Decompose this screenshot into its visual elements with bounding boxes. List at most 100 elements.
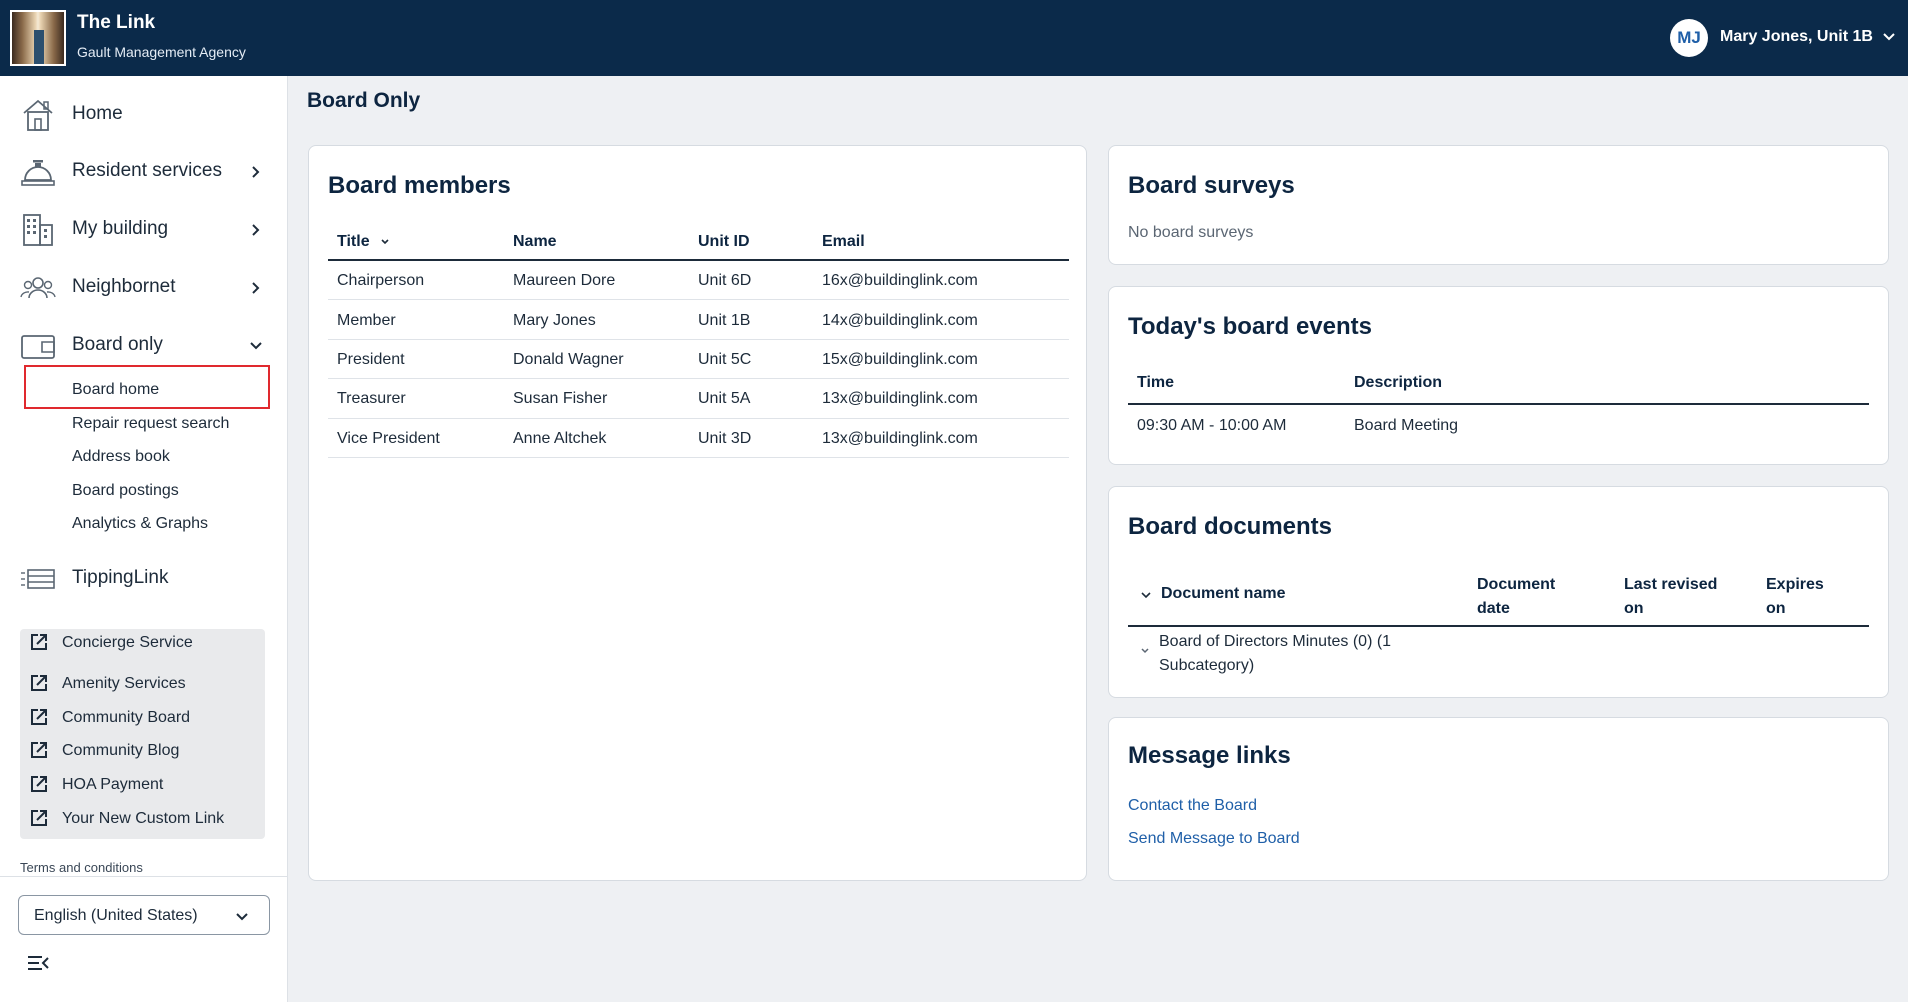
sidebar-divider <box>0 876 288 877</box>
card-title: Board documents <box>1128 513 1333 540</box>
chevron-down-icon[interactable] <box>1880 27 1898 45</box>
language-selected-value: English (United States) <box>34 907 198 924</box>
cell-name: Susan Fisher <box>513 390 608 407</box>
cell-email[interactable]: 13x@buildinglink.com <box>822 430 978 448</box>
cell-name: Mary Jones <box>513 312 596 329</box>
document-category-label: Board of Directors Minutes (0) (1 Subcat… <box>1159 630 1391 678</box>
sidebar-item-label: My building <box>72 218 169 239</box>
column-header-last-revised[interactable]: Last revised on <box>1624 573 1717 621</box>
sidebar-item-label: TippingLink <box>72 567 169 588</box>
cell-name: Donald Wagner <box>513 351 624 368</box>
table-header-rule <box>1128 625 1869 627</box>
people-icon <box>20 277 56 299</box>
board-surveys-card: Board surveys No board surveys <box>1108 145 1889 265</box>
cell-unit: Unit 6D <box>698 272 752 289</box>
chevron-down-icon <box>236 913 248 921</box>
sidebar-item-label: Neighbornet <box>72 276 176 297</box>
sidebar-item-neighbornet[interactable]: Neighbornet <box>0 262 288 312</box>
sidebar-subitem-board-postings[interactable]: Board postings <box>72 482 179 500</box>
column-header-document-date[interactable]: Document date <box>1477 573 1555 621</box>
cell-email[interactable]: 15x@buildinglink.com <box>822 351 978 369</box>
custom-links-panel: Concierge Service Amenity Services Commu… <box>20 629 265 839</box>
collapse-sidebar-icon[interactable] <box>26 953 50 973</box>
custom-link-community-board[interactable]: Community Board <box>20 704 265 732</box>
card-title: Today's board events <box>1128 313 1372 340</box>
sidebar-item-home[interactable]: Home <box>0 89 288 139</box>
category-line: Subcategory) <box>1159 657 1255 674</box>
cell-name: Maureen Dore <box>513 272 616 289</box>
header-line: on <box>1766 600 1786 617</box>
chevron-down-icon <box>250 342 262 350</box>
building-logo[interactable] <box>10 10 66 66</box>
contact-board-link[interactable]: Contact the Board <box>1128 797 1257 815</box>
external-link-icon <box>31 742 47 758</box>
sidebar: Home Resident services My building Neigh… <box>0 76 288 1002</box>
app-title[interactable]: The Link <box>77 12 155 34</box>
column-header-name[interactable]: Name <box>513 233 557 251</box>
column-header-unit-id[interactable]: Unit ID <box>698 233 750 251</box>
header-line: date <box>1477 600 1510 617</box>
row-divider <box>328 378 1069 379</box>
custom-link-hoa-payment[interactable]: HOA Payment <box>20 771 265 799</box>
message-links-card: Message links Contact the Board Send Mes… <box>1108 717 1889 881</box>
cell-email[interactable]: 14x@buildinglink.com <box>822 312 978 330</box>
column-header-document-name[interactable]: Document name <box>1161 585 1285 603</box>
board-events-card: Today's board events Time Description 09… <box>1108 286 1889 465</box>
cell-email[interactable]: 16x@buildinglink.com <box>822 272 978 290</box>
user-menu-name[interactable]: Mary Jones, Unit 1B <box>1720 28 1873 46</box>
column-header-expires[interactable]: Expires on <box>1766 573 1824 621</box>
sidebar-item-my-building[interactable]: My building <box>0 204 288 254</box>
card-title: Message links <box>1128 742 1291 769</box>
language-select[interactable]: English (United States) <box>18 895 270 935</box>
custom-link-label: HOA Payment <box>62 776 164 793</box>
cell-title: Chairperson <box>337 272 425 289</box>
sidebar-item-tippinglink[interactable]: TippingLink <box>0 553 288 603</box>
cell-title: Member <box>337 312 396 329</box>
card-title: Board surveys <box>1128 172 1295 199</box>
user-avatar[interactable]: MJ <box>1670 19 1708 57</box>
cell-description[interactable]: Board Meeting <box>1354 417 1458 435</box>
home-icon <box>23 99 53 131</box>
sidebar-subitem-address-book[interactable]: Address book <box>72 448 170 466</box>
send-message-board-link[interactable]: Send Message to Board <box>1128 830 1300 848</box>
sidebar-item-resident-services[interactable]: Resident services <box>0 146 288 196</box>
custom-link-community-blog[interactable]: Community Blog <box>20 737 265 765</box>
external-link-icon <box>31 709 47 725</box>
top-bar: The Link Gault Management Agency MJ Mary… <box>0 0 1908 76</box>
header-line: on <box>1624 600 1644 617</box>
sidebar-subitem-analytics-graphs[interactable]: Analytics & Graphs <box>72 515 208 533</box>
cell-title: President <box>337 351 405 368</box>
custom-link-amenity-services[interactable]: Amenity Services <box>20 670 265 698</box>
list-icon <box>21 569 55 589</box>
table-header-rule <box>1128 403 1869 405</box>
sidebar-subitem-repair-request-search[interactable]: Repair request search <box>72 415 229 433</box>
column-header-email[interactable]: Email <box>822 233 865 251</box>
column-header-description: Description <box>1354 374 1443 391</box>
header-line: Last revised <box>1624 576 1718 593</box>
custom-link-your-new-custom-link[interactable]: Your New Custom Link <box>20 805 265 833</box>
custom-link-label: Your New Custom Link <box>62 810 225 827</box>
cell-unit: Unit 1B <box>698 312 751 329</box>
agency-name: Gault Management Agency <box>77 44 246 60</box>
chevron-right-icon <box>252 282 260 294</box>
building-icon <box>23 214 53 246</box>
chevron-down-icon[interactable] <box>1140 589 1152 601</box>
highlight-annotation <box>24 365 270 409</box>
cell-unit: Unit 3D <box>698 430 752 447</box>
cell-email[interactable]: 13x@buildinglink.com <box>822 390 978 408</box>
chevron-right-icon <box>252 224 260 236</box>
sidebar-item-label: Home <box>72 103 123 124</box>
cell-unit: Unit 5C <box>698 351 752 368</box>
chevron-down-icon[interactable] <box>1140 646 1150 656</box>
terms-link[interactable]: Terms and conditions <box>20 860 143 875</box>
custom-link-label: Community Board <box>62 709 191 726</box>
sort-down-icon <box>381 239 389 244</box>
board-documents-card: Board documents Document name Document d… <box>1108 486 1889 698</box>
cell-name: Anne Altchek <box>513 430 607 447</box>
sidebar-item-label: Resident services <box>72 160 222 181</box>
sidebar-item-board-only[interactable]: Board only <box>0 320 288 370</box>
row-divider <box>328 339 1069 340</box>
column-header-label: Title <box>337 233 370 250</box>
custom-link-concierge-service[interactable]: Concierge Service <box>20 629 265 657</box>
column-header-title[interactable]: Title <box>337 233 390 251</box>
